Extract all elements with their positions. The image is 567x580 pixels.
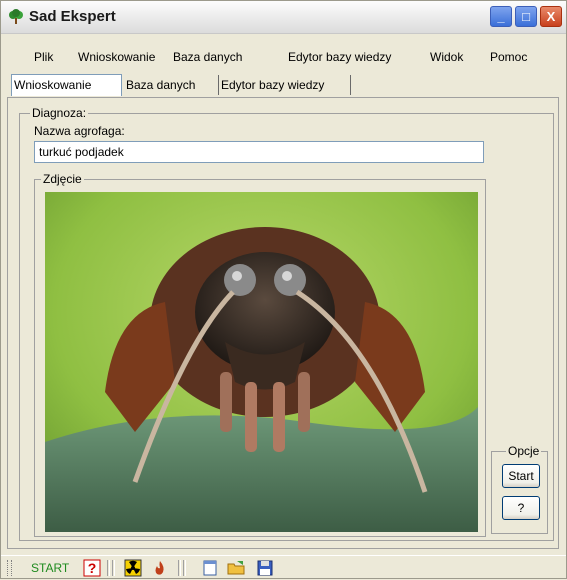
close-button[interactable]: X [540,6,562,27]
status-text: START [31,561,70,575]
photo-group-label: Zdjęcie [41,172,84,186]
fire-icon[interactable] [151,559,169,577]
menu-wnioskowanie[interactable]: Wnioskowanie [78,50,155,64]
tab-wnioskowanie[interactable]: Wnioskowanie [11,74,122,96]
minimize-button[interactable]: _ [490,6,512,27]
maximize-button[interactable]: □ [515,6,537,27]
options-group-label: Opcje [506,444,542,458]
tree-app-icon [9,9,23,24]
title-bar[interactable]: Sad Ekspert _ □ X [1,1,566,34]
toolbar-separator [107,560,110,576]
pest-name-field[interactable]: turkuć podjadek [34,141,484,163]
help-button[interactable]: ? [502,496,540,520]
toolbar-separator [183,560,186,576]
toolbar-separator [178,560,181,576]
svg-text:?: ? [88,560,97,576]
status-toolbar: START ? [1,555,566,580]
menu-edytor-bazy-wiedzy[interactable]: Edytor bazy wiedzy [288,50,391,64]
start-button[interactable]: Start [502,464,540,488]
menu-widok[interactable]: Widok [430,50,463,64]
save-disk-icon[interactable] [256,559,274,577]
pest-photo [45,192,478,532]
menu-plik[interactable]: Plik [34,50,53,64]
radiation-icon[interactable] [124,559,142,577]
toolbar-separator [112,560,115,576]
tab-edytor-bazy-wiedzy[interactable]: Edytor bazy wiedzy [219,75,351,95]
menu-bar: Plik Wnioskowanie Baza danych Edytor baz… [1,46,566,66]
menu-baza-danych[interactable]: Baza danych [173,50,242,64]
main-window: Sad Ekspert _ □ X Plik Wnioskowanie Baza… [0,0,567,579]
pest-name-label: Nazwa agrofaga: [34,124,125,138]
diagnosis-group-label: Diagnoza: [30,106,89,120]
window-title: Sad Ekspert [29,8,116,25]
toolbar-grip[interactable] [7,560,12,576]
help-icon[interactable]: ? [83,559,101,577]
menu-pomoc[interactable]: Pomoc [490,50,527,64]
tab-baza-danych[interactable]: Baza danych [124,75,219,95]
new-document-icon[interactable] [201,559,219,577]
open-folder-icon[interactable] [227,559,245,577]
